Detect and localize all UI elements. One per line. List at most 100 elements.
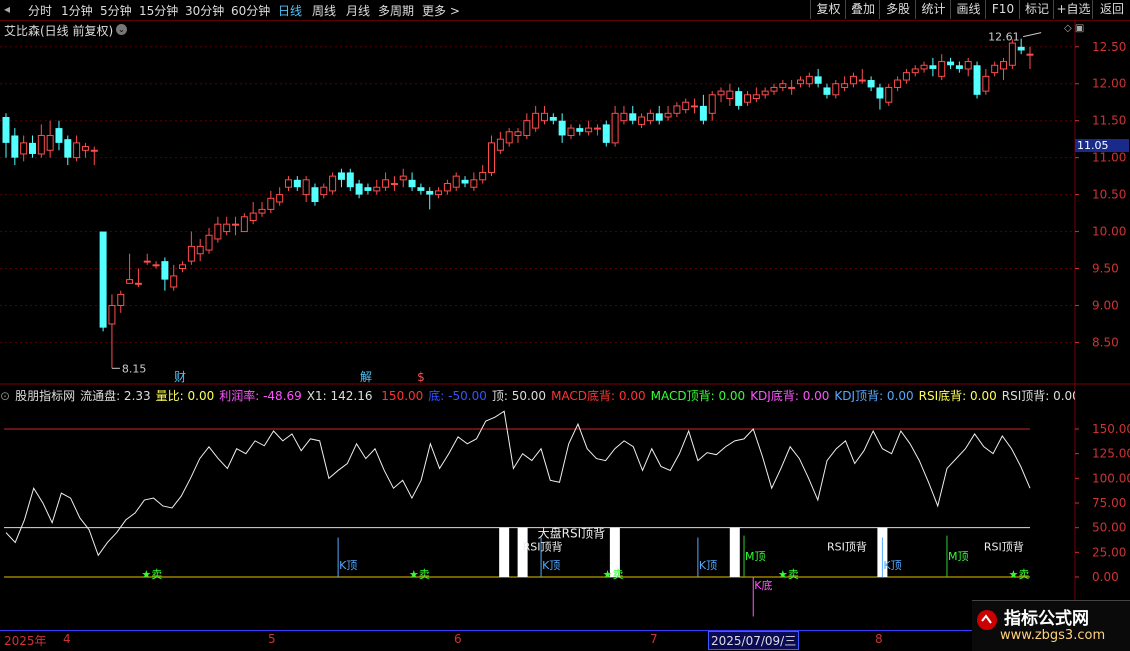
- candle-body: [426, 190, 434, 195]
- candle-body: [664, 112, 672, 118]
- candle-body: [832, 83, 840, 96]
- candle-body: [752, 94, 760, 100]
- indicator-tick-label: 0.00: [1092, 570, 1119, 584]
- candle-body: [408, 179, 416, 188]
- indicator-field-4: 150.00: [377, 389, 424, 402]
- candle-body: [708, 94, 716, 114]
- cursor-date: 2025/07/09/三: [708, 631, 800, 650]
- event-marker: $: [417, 370, 425, 384]
- rsi-top-label: RSI顶背: [827, 539, 867, 553]
- settings-icon[interactable]: ⊙: [0, 389, 10, 402]
- candle-body: [99, 231, 107, 328]
- high-price-label: 12.61: [988, 31, 1020, 44]
- period-tab-7[interactable]: 周线: [312, 2, 336, 19]
- candle-body: [373, 186, 381, 192]
- candle-body: [964, 61, 972, 70]
- indicator-field-11: RSI底背: 0.00: [918, 389, 997, 402]
- candle-body: [143, 260, 151, 263]
- candle-body: [320, 186, 328, 196]
- candlestick-chart[interactable]: 12.50 12.00 11.50 11.00 10.50 10.00 9.50 9.00 8.…: [0, 20, 1130, 385]
- indicator-field-1: 量比: 0.00: [155, 389, 215, 402]
- candle-body: [1026, 53, 1034, 56]
- candle-body: [514, 131, 522, 136]
- period-tab-1[interactable]: 1分钟: [61, 2, 93, 19]
- k-top-label: K顶: [542, 559, 560, 572]
- rsi-top-label: RSI顶背: [984, 539, 1024, 553]
- sell-signal: ★卖: [141, 568, 162, 581]
- candle-body: [558, 120, 566, 136]
- watermark-url: www.zbgs3.com: [1000, 628, 1106, 643]
- toolbar-button-3[interactable]: 统计: [915, 0, 951, 19]
- toolbar-button-5[interactable]: F10: [985, 0, 1020, 19]
- dapan-rsi-label: 大盘RSI顶背: [538, 526, 606, 541]
- candle-body: [28, 142, 36, 154]
- candle-body: [744, 94, 752, 103]
- candle-body: [214, 223, 222, 240]
- period-tab-10[interactable]: 更多 >: [422, 2, 460, 19]
- m-top-label: M顶: [948, 550, 969, 563]
- indicator-field-8: MACD顶背: 0.00: [650, 389, 746, 402]
- date-axis-label: 4: [63, 632, 71, 646]
- candle-body: [390, 183, 398, 186]
- candle-body: [488, 142, 496, 173]
- candle-body: [55, 128, 63, 143]
- left-arrow-icon[interactable]: ◂: [4, 2, 10, 16]
- indicator-tick-label: 75.00: [1092, 496, 1126, 510]
- indicator-field-7: MACD底背: 0.00: [551, 389, 646, 402]
- candle-body: [691, 105, 699, 108]
- candle-body: [90, 149, 98, 152]
- candle-body: [452, 175, 460, 188]
- candle-body: [126, 279, 134, 284]
- candle-body: [770, 86, 778, 92]
- candle-body: [170, 275, 178, 288]
- period-tab-3[interactable]: 15分钟: [139, 2, 178, 19]
- candle-body: [629, 113, 637, 121]
- toolbar-button-8[interactable]: 返回: [1092, 0, 1130, 19]
- candle-body: [867, 80, 875, 88]
- period-tab-5[interactable]: 60分钟: [231, 2, 270, 19]
- candle-body: [567, 127, 575, 136]
- date-axis-label: 5: [268, 632, 276, 646]
- candle-body: [1000, 61, 1008, 70]
- price-tick-label: 12.00: [1092, 77, 1126, 91]
- period-tab-6[interactable]: 日线: [278, 2, 302, 19]
- candle-body: [196, 245, 204, 255]
- indicator-chart[interactable]: 150.00 125.00 100.00 75.00 50.00 25.00 0.00 K顶 K…: [0, 385, 1130, 630]
- event-marker: 财: [174, 370, 186, 384]
- toolbar-button-4[interactable]: 画线: [950, 0, 986, 19]
- high-pointer: [1023, 32, 1042, 38]
- candle-body: [717, 90, 725, 96]
- toolbar-button-7[interactable]: +自选: [1053, 0, 1093, 19]
- date-axis: 2025年 4 5 6 7 8: [0, 630, 1130, 651]
- toolbar-button-6[interactable]: 标记: [1019, 0, 1054, 19]
- period-tab-2[interactable]: 5分钟: [100, 2, 132, 19]
- toolbar-button-2[interactable]: 多股: [879, 0, 916, 19]
- period-tab-8[interactable]: 月线: [346, 2, 370, 19]
- candle-body: [152, 264, 160, 267]
- candle-body: [682, 101, 690, 111]
- period-tab-0[interactable]: 分时: [28, 2, 52, 19]
- toolbar-button-1[interactable]: 叠加: [845, 0, 880, 19]
- candle-body: [735, 91, 743, 106]
- candle-body: [894, 79, 902, 88]
- candle-body: [885, 86, 893, 103]
- candle-body: [823, 87, 831, 95]
- candle-body: [841, 83, 849, 88]
- period-tab-4[interactable]: 30分钟: [185, 2, 224, 19]
- candle-body: [620, 112, 628, 122]
- toolbar: 分时 1分钟 5分钟 15分钟 30分钟 60分钟 日线 周线 月线 多周期 更多 > 复权 叠加 多股统…: [0, 0, 1130, 21]
- indicator-header: ⊙ 股朋指标网 流通盘: 2.33 量比: 0.00 利润率: -48.69 X1: 14…: [0, 387, 1075, 402]
- candle-body: [435, 190, 443, 196]
- candle-body: [920, 64, 928, 70]
- period-tab-9[interactable]: 多周期: [378, 2, 414, 19]
- toolbar-button-0[interactable]: 复权: [810, 0, 846, 19]
- sell-signal: ★卖: [778, 568, 799, 581]
- candle-body: [479, 171, 487, 181]
- candle-body: [938, 61, 946, 77]
- candle-body: [443, 183, 451, 192]
- current-price-tag: 11.05: [1075, 139, 1129, 152]
- candle-body: [302, 179, 310, 196]
- k-bottom-label: K底: [754, 578, 772, 592]
- candle-body: [699, 105, 707, 121]
- candle-body: [399, 175, 407, 181]
